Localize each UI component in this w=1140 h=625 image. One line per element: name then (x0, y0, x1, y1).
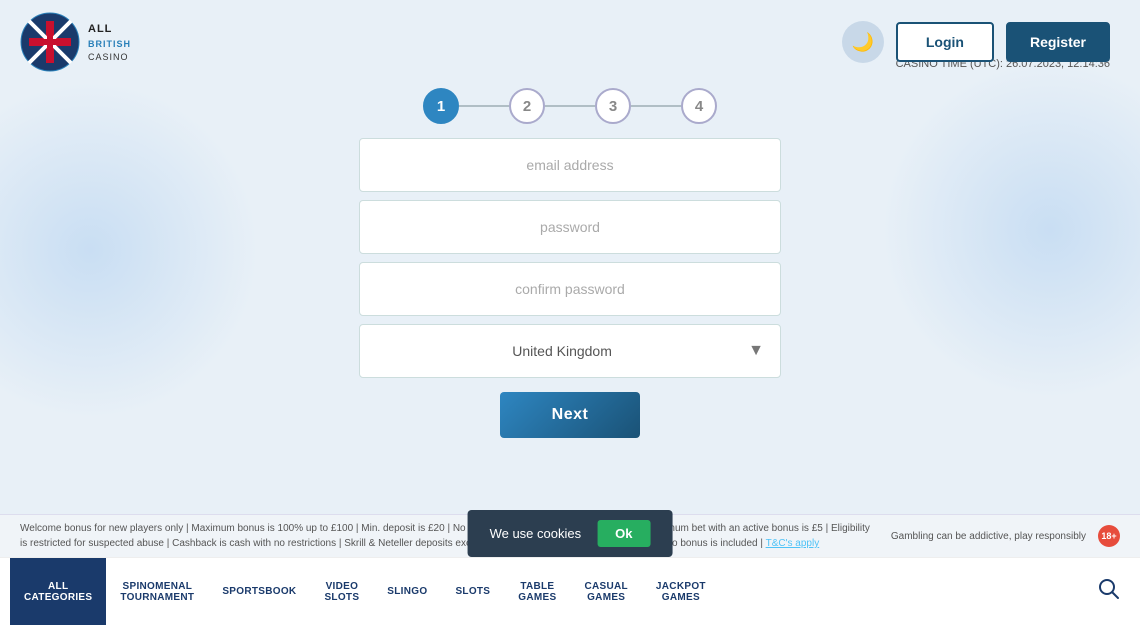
nav-sportsbook[interactable]: SPORTSBOOK (208, 558, 310, 625)
step-indicator: 1 2 3 4 (0, 88, 1140, 124)
search-icon[interactable] (1088, 578, 1130, 606)
cookie-bar: We use cookies Ok (468, 510, 673, 557)
logo-area: ALL BRITISH CASINO (20, 12, 168, 72)
register-button[interactable]: Register (1006, 22, 1110, 62)
password-input[interactable] (376, 219, 764, 235)
next-button[interactable]: Next (500, 392, 640, 438)
password-field-container (359, 200, 781, 254)
step-4[interactable]: 4 (681, 88, 717, 124)
nav-jackpot-games[interactable]: JACKPOTGAMES (642, 558, 720, 625)
confirm-password-input[interactable] (376, 281, 764, 297)
step-1[interactable]: 1 (423, 88, 459, 124)
age-badge: 18+ (1098, 525, 1120, 547)
nav-video-slots[interactable]: VIDEOSLOTS (310, 558, 373, 625)
step-3[interactable]: 3 (595, 88, 631, 124)
step-line-2 (545, 105, 595, 107)
nav-table-games[interactable]: TABLEGAMES (504, 558, 570, 625)
email-field-container (359, 138, 781, 192)
step-line-1 (459, 105, 509, 107)
svg-text:ALL: ALL (88, 23, 112, 35)
footer-nav: ALLCATEGORIES SPINOMENALTOURNAMENT SPORT… (0, 557, 1140, 625)
step-2[interactable]: 2 (509, 88, 545, 124)
nav-all-categories[interactable]: ALLCATEGORIES (10, 558, 106, 625)
moon-icon: 🌙 (852, 32, 874, 53)
confirm-password-field-container (359, 262, 781, 316)
login-button[interactable]: Login (896, 22, 994, 62)
nav-slingo[interactable]: SLINGO (373, 558, 441, 625)
theme-toggle-button[interactable]: 🌙 (842, 21, 884, 63)
svg-text:CASINO: CASINO (88, 52, 129, 62)
step-line-3 (631, 105, 681, 107)
email-input[interactable] (376, 157, 764, 173)
registration-form: United Kingdom ▼ Next (0, 138, 1140, 438)
nav-casual-games[interactable]: CASUALGAMES (570, 558, 641, 625)
header: ALL BRITISH CASINO 🌙 Login Register (0, 0, 1140, 80)
country-value: United Kingdom (376, 343, 748, 359)
header-right: 🌙 Login Register (842, 21, 1110, 63)
nav-slots[interactable]: SLOTS (441, 558, 504, 625)
cookie-text: We use cookies (490, 526, 582, 541)
logo-icon: ALL BRITISH CASINO (20, 12, 168, 72)
chevron-down-icon: ▼ (748, 342, 764, 360)
promo-text: Welcome bonus for new players only | Max… (20, 521, 871, 551)
cookie-ok-button[interactable]: Ok (597, 520, 650, 547)
gambling-text: Gambling can be addictive, play responsi… (891, 525, 1120, 547)
svg-text:BRITISH: BRITISH (88, 39, 131, 49)
nav-spinomenal-tournament[interactable]: SPINOMENALTOURNAMENT (106, 558, 208, 625)
country-select[interactable]: United Kingdom ▼ (359, 324, 781, 378)
tc-link[interactable]: T&C's apply (766, 538, 820, 549)
